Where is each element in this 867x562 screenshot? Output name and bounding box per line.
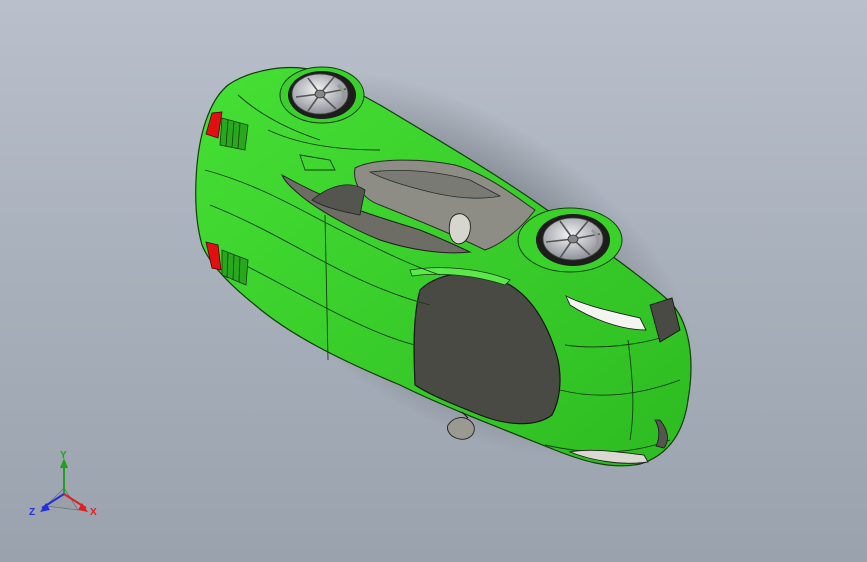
coordinate-triad: Y X Z	[29, 450, 97, 518]
wheel-icon	[517, 207, 623, 273]
y-axis-label: Y	[60, 450, 67, 461]
3d-viewport[interactable]: Y X Z	[0, 0, 867, 562]
wheel-icon	[279, 66, 365, 124]
model-canvas[interactable]: Y X Z	[0, 0, 867, 562]
x-axis-label: X	[90, 507, 97, 518]
z-axis-label: Z	[29, 507, 35, 518]
